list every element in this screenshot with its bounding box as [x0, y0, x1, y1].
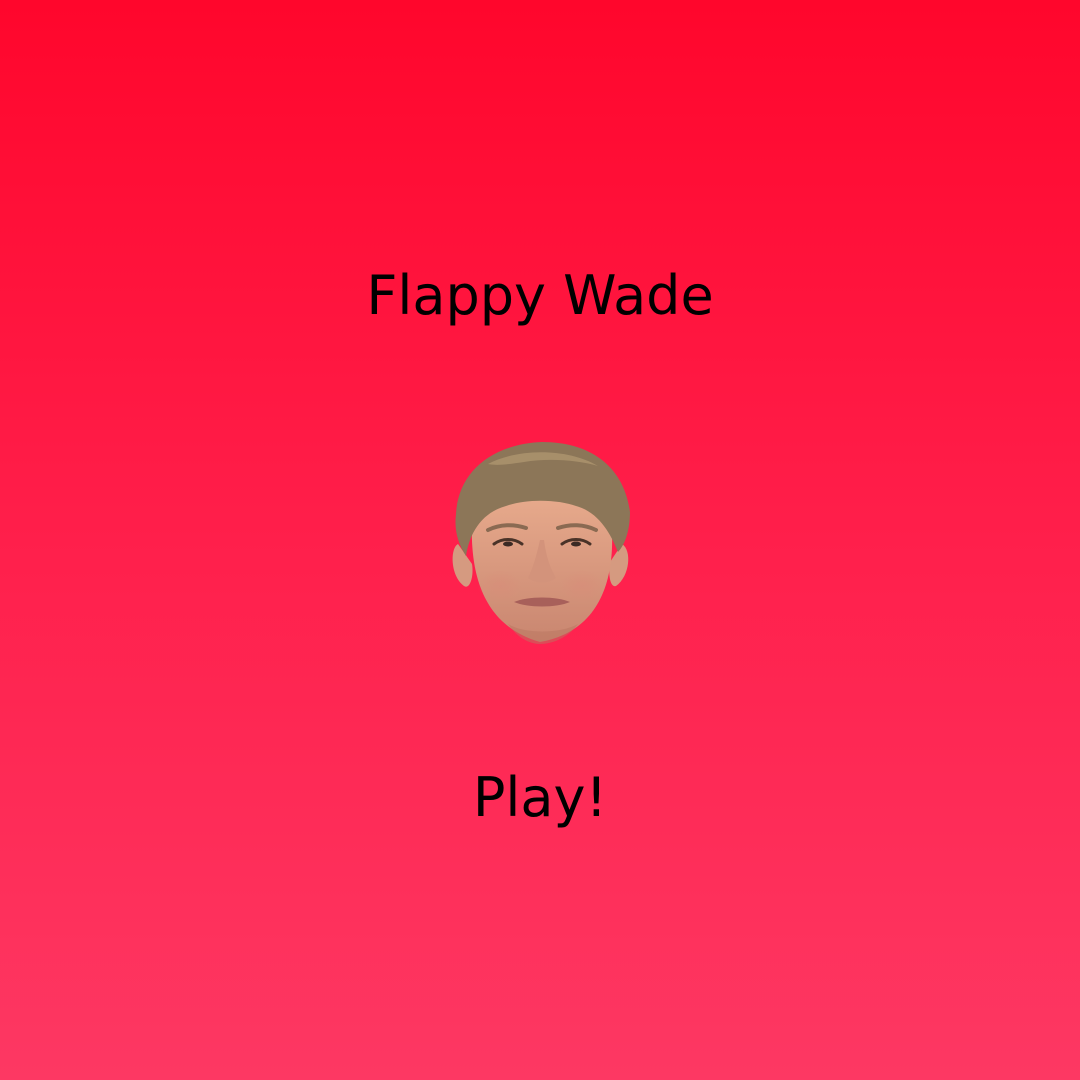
start-screen: Flappy Wade Play!: [0, 0, 1080, 1080]
play-button[interactable]: Play!: [430, 758, 650, 838]
face-icon: [448, 436, 634, 646]
game-title: Flappy Wade: [366, 264, 714, 327]
